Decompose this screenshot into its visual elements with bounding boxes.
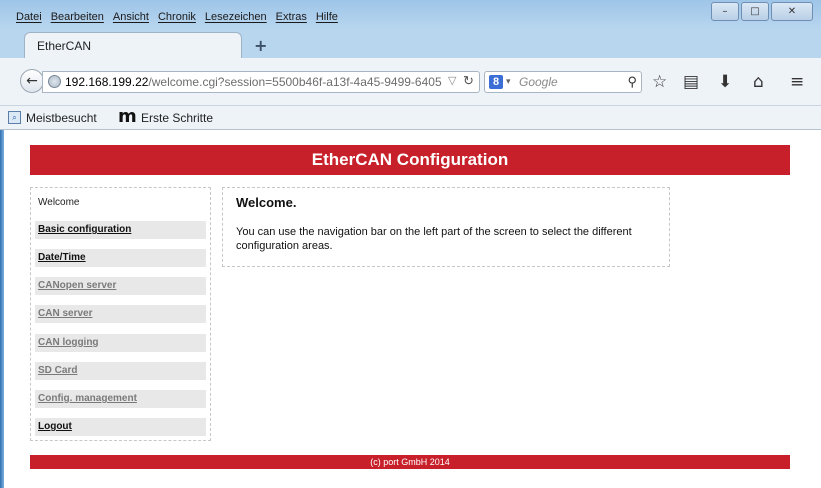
sidebar-link-basic-configuration[interactable]: Basic configuration [38, 224, 131, 235]
sidebar-link-date-time[interactable]: Date/Time [38, 252, 86, 263]
bookmark-star-icon[interactable]: ☆ [652, 72, 667, 92]
navigation-toolbar: ← 192.168.199.22/welcome.cgi?session=550… [0, 58, 821, 106]
sidebar-item-welcome: Welcome [35, 194, 206, 212]
sidebar-link-config-management[interactable]: Config. management [38, 393, 137, 404]
tab-strip: EtherCAN + [0, 30, 821, 58]
maximize-button[interactable]: □ [741, 2, 769, 21]
back-button[interactable]: ← [20, 69, 44, 93]
welcome-heading: Welcome. [236, 195, 297, 210]
menu-bar: Datei Bearbeiten Ansicht Chronik Lesezei… [16, 11, 338, 27]
arrow-left-icon: ← [26, 73, 38, 89]
sidebar-item-config-management[interactable]: Config. management [35, 390, 206, 408]
reload-icon[interactable]: ↻ [463, 73, 474, 89]
window-controls: – □ ✕ [711, 2, 813, 21]
bookmarks-toolbar: ⌕ Meistbesucht m Erste Schritte [0, 106, 821, 130]
sidebar-item-label: Welcome [38, 197, 80, 208]
menu-extras[interactable]: Extras [276, 11, 307, 27]
address-bar[interactable]: 192.168.199.22/welcome.cgi?session=5500b… [42, 71, 480, 93]
sidebar-link-can-server[interactable]: CAN server [38, 308, 92, 319]
search-bar[interactable]: 8 ▾ Google ⚲ [484, 71, 642, 93]
menu-chronik[interactable]: Chronik [158, 11, 196, 27]
minimize-button[interactable]: – [711, 2, 739, 21]
menu-hilfe[interactable]: Hilfe [316, 11, 338, 27]
sidebar-item-date-time[interactable]: Date/Time [35, 249, 206, 267]
sidebar-link-can-logging[interactable]: CAN logging [38, 337, 99, 348]
globe-icon [48, 75, 61, 88]
welcome-panel: Welcome. You can use the navigation bar … [222, 187, 670, 267]
hamburger-menu-icon[interactable]: ≡ [790, 72, 804, 92]
bookmarks-menu-icon[interactable]: ▤ [683, 72, 699, 92]
url-text[interactable]: 192.168.199.22/welcome.cgi?session=5500b… [65, 75, 445, 89]
sidebar-item-basic-configuration[interactable]: Basic configuration [35, 221, 206, 239]
search-icon[interactable]: ⚲ [627, 74, 637, 90]
sidebar-item-logout[interactable]: Logout [35, 418, 206, 436]
download-icon[interactable]: ⬇ [718, 72, 732, 92]
welcome-text: You can use the navigation bar on the le… [236, 226, 632, 252]
sidebar-link-canopen-server[interactable]: CANopen server [38, 280, 116, 291]
bookmark-erste-schritte[interactable]: Erste Schritte [141, 111, 213, 125]
menu-datei[interactable]: Datei [16, 11, 42, 27]
page-footer: (c) port GmbH 2014 [30, 455, 790, 469]
window-border [0, 130, 4, 488]
engine-dropdown-icon[interactable]: ▾ [506, 76, 511, 87]
url-host: 192.168.199.22 [65, 75, 149, 89]
window-titlebar: Datei Bearbeiten Ansicht Chronik Lesezei… [0, 0, 821, 30]
close-button[interactable]: ✕ [771, 2, 813, 21]
menu-bearbeiten[interactable]: Bearbeiten [51, 11, 104, 27]
sidebar-item-canopen-server[interactable]: CANopen server [35, 277, 206, 295]
page-title: EtherCAN Configuration [30, 145, 790, 175]
sidebar-item-can-server[interactable]: CAN server [35, 305, 206, 323]
url-dropdown-icon[interactable]: ▽ [448, 74, 456, 87]
google-search-engine-icon[interactable]: 8 [489, 75, 503, 89]
sidebar-item-sd-card[interactable]: SD Card [35, 362, 206, 380]
sidebar-nav: Welcome Basic configuration Date/Time CA… [30, 187, 211, 441]
bookmark-folder-icon: ⌕ [8, 111, 21, 124]
bookmark-meistbesucht[interactable]: Meistbesucht [26, 111, 97, 125]
m-logo-icon: m [118, 106, 137, 127]
menu-lesezeichen[interactable]: Lesezeichen [205, 11, 267, 27]
home-icon[interactable]: ⌂ [753, 72, 764, 92]
new-tab-button[interactable]: + [254, 36, 267, 55]
search-placeholder: Google [519, 75, 558, 89]
menu-ansicht[interactable]: Ansicht [113, 11, 149, 27]
tab-ethercan[interactable]: EtherCAN [24, 32, 242, 58]
sidebar-link-logout[interactable]: Logout [38, 421, 72, 432]
sidebar-link-sd-card[interactable]: SD Card [38, 365, 77, 376]
sidebar-item-can-logging[interactable]: CAN logging [35, 334, 206, 352]
url-path: /welcome.cgi?session=5500b46f-a13f-4a45-… [148, 75, 442, 89]
